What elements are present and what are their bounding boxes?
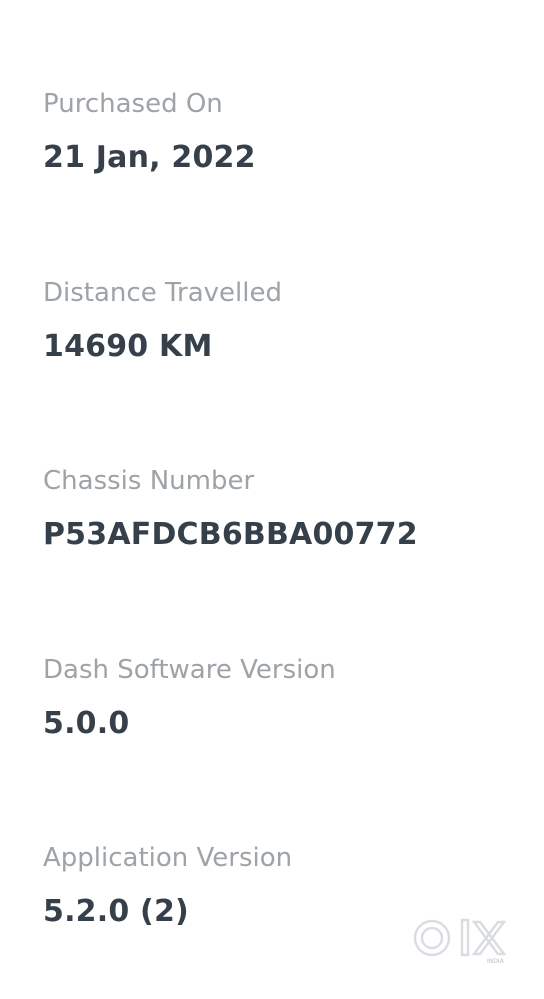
detail-value: P53AFDCB6BBA00772 — [43, 517, 418, 552]
detail-label: Distance Travelled — [43, 278, 282, 308]
detail-value: 14690 KM — [43, 329, 213, 364]
detail-label: Dash Software Version — [43, 655, 336, 685]
detail-label: Application Version — [43, 843, 293, 873]
detail-value: 5.2.0 (2) — [43, 894, 189, 929]
svg-text:INDIA: INDIA — [487, 958, 505, 965]
detail-value: 5.0.0 — [43, 706, 130, 741]
detail-value: 21 Jan, 2022 — [43, 140, 256, 175]
detail-label: Purchased On — [43, 89, 223, 119]
olx-watermark-logo: INDIA — [408, 912, 512, 968]
olx-logo-icon: INDIA — [413, 918, 507, 965]
detail-label: Chassis Number — [43, 466, 255, 496]
